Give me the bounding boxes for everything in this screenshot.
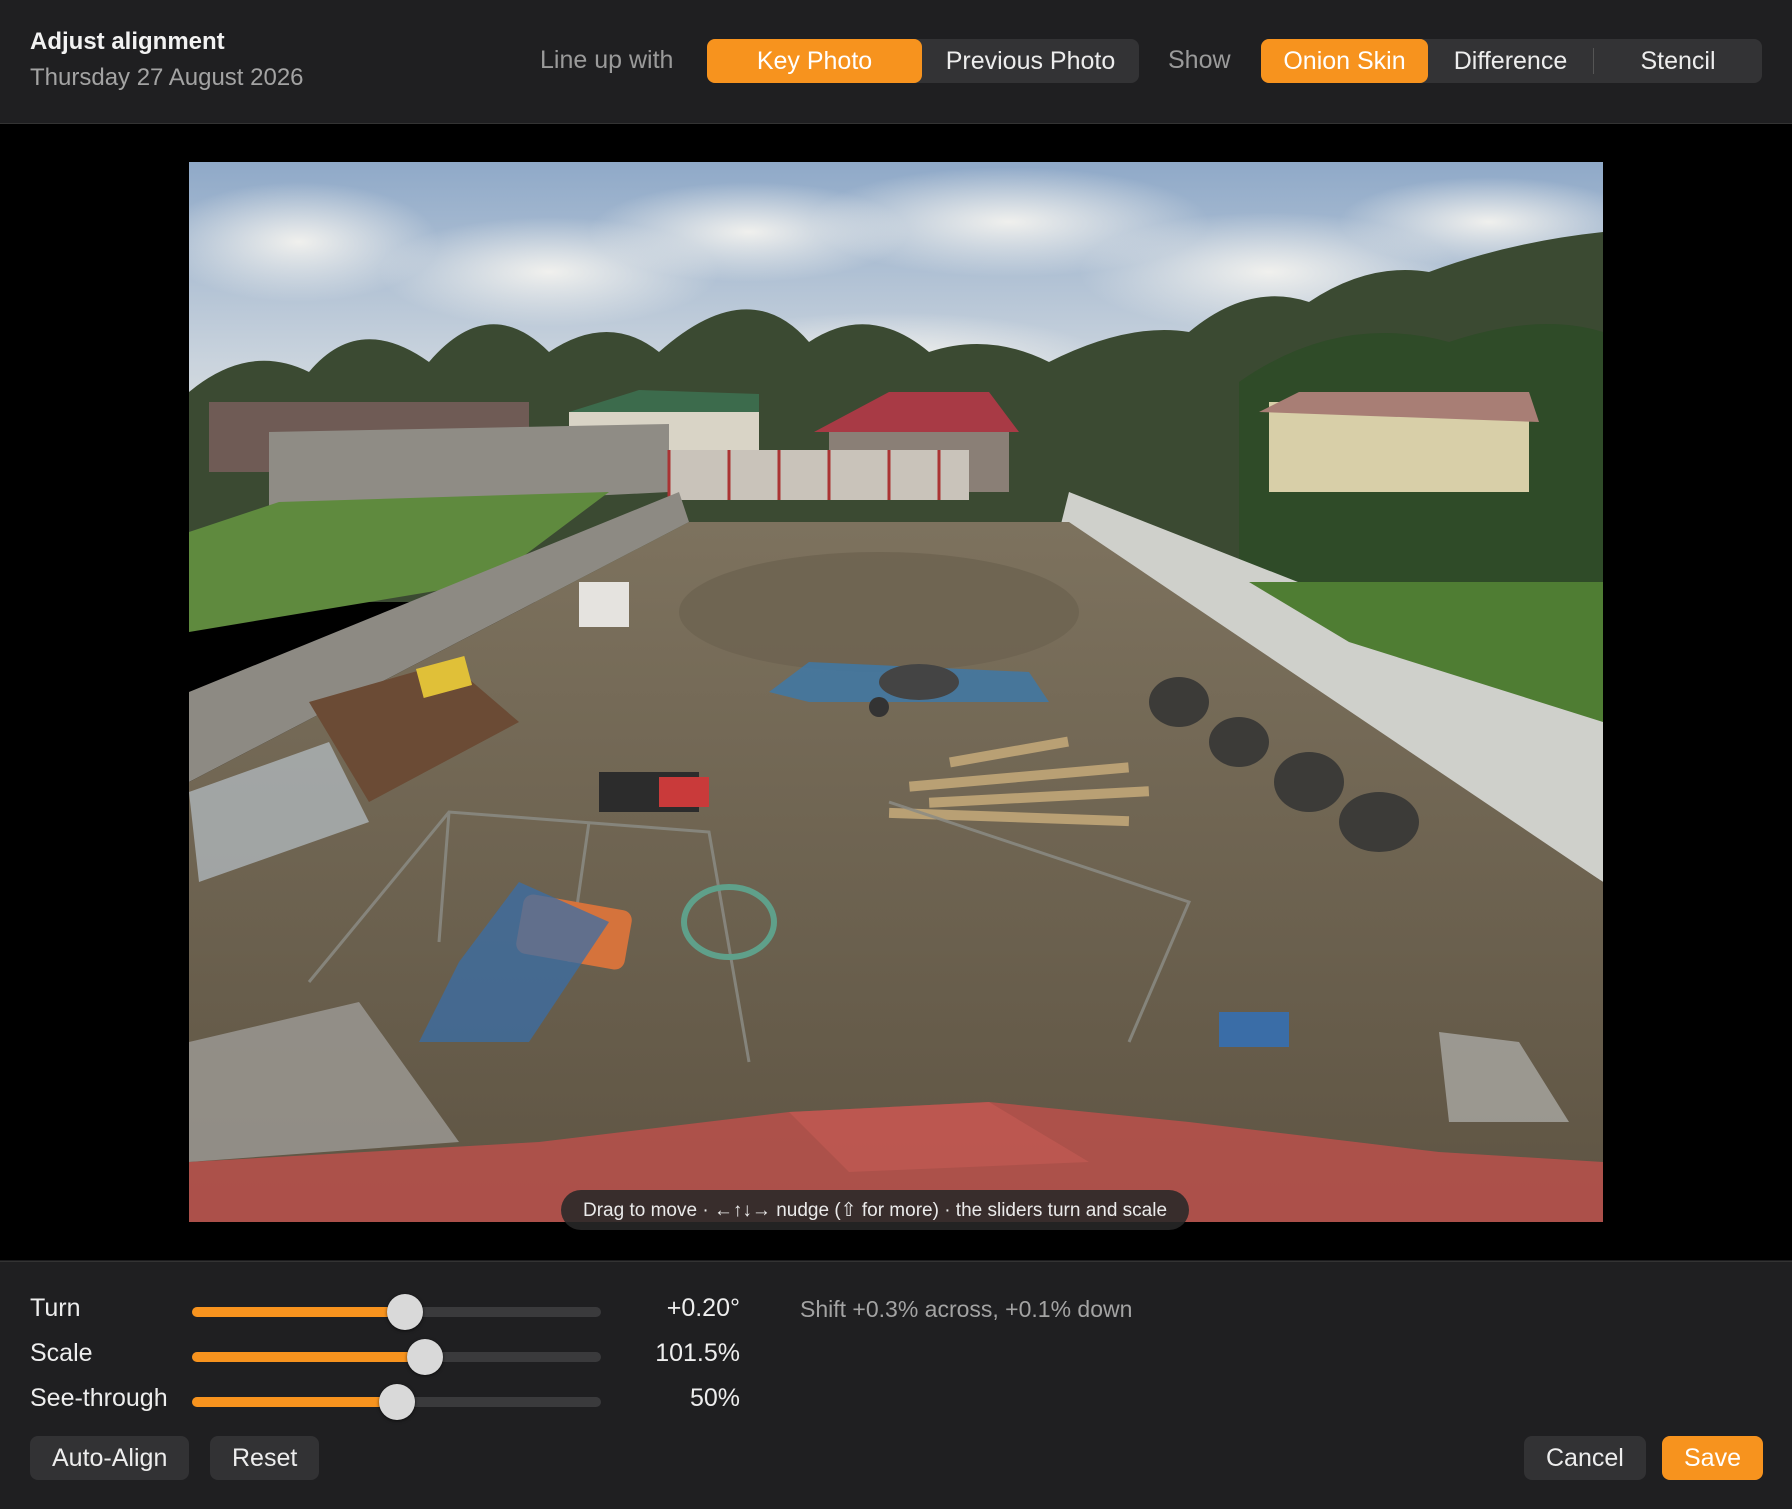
drag-hint-tooltip: Drag to move · ←↑↓→ nudge (⇧ for more) ·… [561,1190,1190,1230]
show-difference-button[interactable]: Difference [1428,39,1593,83]
turn-slider-fill [192,1307,405,1317]
scale-slider-thumb[interactable] [407,1339,444,1375]
see-through-slider[interactable] [192,1384,601,1420]
scale-label: Scale [30,1339,93,1367]
turn-value: +0.20° [666,1294,740,1322]
backyard-photo-image [189,162,1603,1222]
lineup-segmented-control: Key Photo Previous Photo [707,39,1139,83]
turn-slider-thumb[interactable] [386,1294,423,1330]
overlay-photo[interactable] [189,162,1603,1222]
scale-slider[interactable] [192,1339,601,1375]
show-stencil-button[interactable]: Stencil [1594,39,1762,83]
see-through-label: See-through [30,1384,168,1412]
photo-date: Thursday 27 August 2026 [30,64,304,91]
show-onion-skin-button[interactable]: Onion Skin [1261,39,1428,83]
page-title: Adjust alignment [30,28,225,55]
alignment-canvas: Drag to move · ←↑↓→ nudge (⇧ for more) ·… [0,124,1792,1260]
save-button[interactable]: Save [1662,1436,1763,1480]
lineup-previous-photo-button[interactable]: Previous Photo [922,39,1139,83]
see-through-slider-thumb[interactable] [378,1384,415,1420]
see-through-slider-fill [192,1397,397,1407]
auto-align-button[interactable]: Auto-Align [30,1436,190,1480]
scale-slider-fill [192,1352,426,1362]
shift-readout: Shift +0.3% across, +0.1% down [800,1296,1133,1322]
turn-slider[interactable] [192,1294,601,1330]
see-through-value: 50% [689,1384,740,1412]
title-block: Adjust alignment Thursday 27 August 2026 [30,28,304,92]
lineup-key-photo-button[interactable]: Key Photo [707,39,922,83]
show-label: Show [1168,46,1231,74]
toolbar: Adjust alignment Thursday 27 August 2026… [0,0,1792,124]
adjust-controls-panel: Turn +0.20° Scale 101.5% See-through 50%… [0,1261,1792,1509]
lineup-label: Line up with [540,46,674,74]
turn-label: Turn [30,1294,81,1322]
scale-value: 101.5% [655,1339,740,1367]
show-segmented-control: Onion Skin Difference Stencil [1261,39,1762,83]
cancel-button[interactable]: Cancel [1524,1436,1646,1480]
reset-button[interactable]: Reset [210,1436,320,1480]
